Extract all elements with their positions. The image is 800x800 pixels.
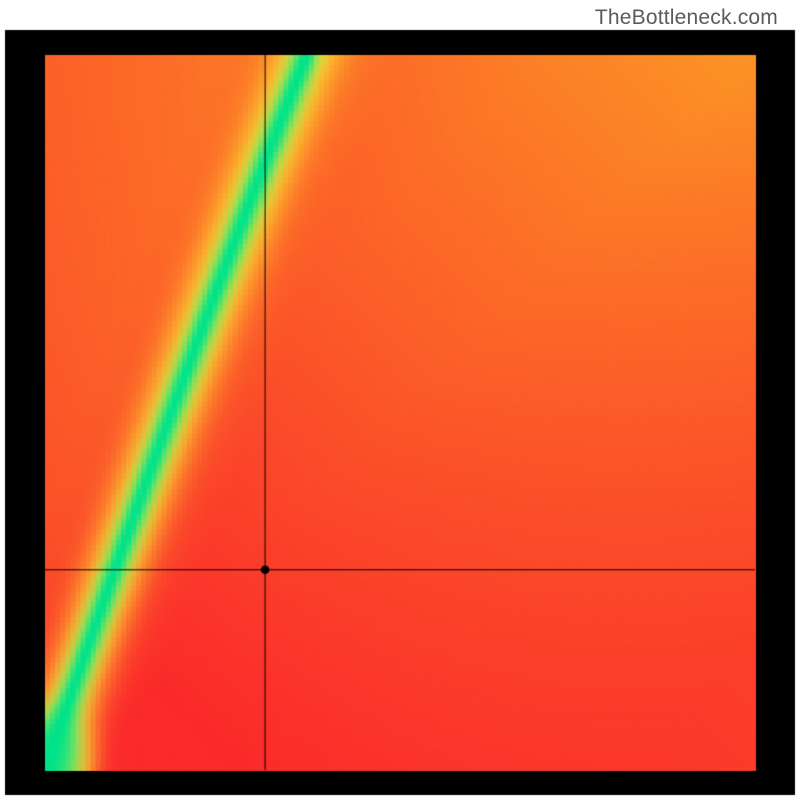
chart-container: TheBottleneck.com bbox=[0, 0, 800, 800]
heatmap-canvas bbox=[0, 0, 800, 800]
attribution-text: TheBottleneck.com bbox=[595, 6, 778, 30]
